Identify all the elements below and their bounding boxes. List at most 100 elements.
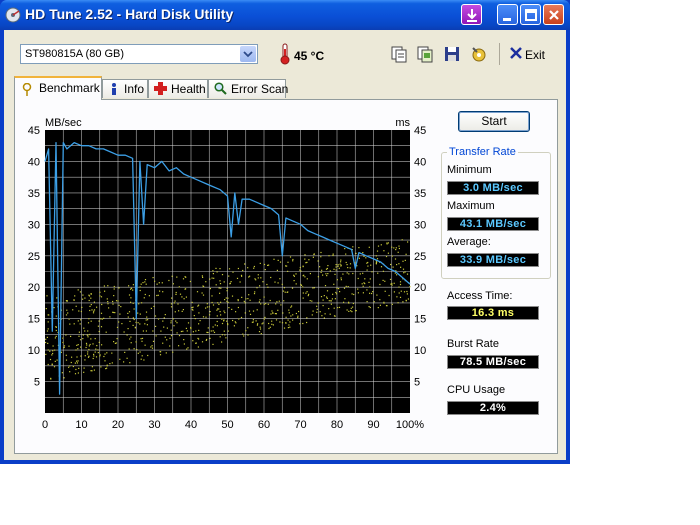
access-time-point [150, 307, 152, 309]
options-icon[interactable] [470, 45, 488, 63]
access-time-point [162, 291, 164, 293]
access-time-point [65, 359, 68, 361]
access-time-point [189, 334, 191, 336]
minimize-button[interactable] [497, 4, 518, 25]
x-tick-label: 20 [112, 419, 124, 430]
access-time-point [143, 297, 145, 299]
access-time-point [166, 327, 168, 329]
access-time-point [177, 303, 179, 305]
access-time-point [133, 318, 135, 321]
access-time-point [299, 266, 301, 269]
access-time-point [253, 267, 255, 269]
access-time-point [348, 302, 350, 304]
access-time-point [219, 292, 221, 294]
access-time-point [407, 241, 409, 243]
access-time-point [87, 322, 90, 324]
access-time-point [158, 282, 160, 284]
access-time-point [87, 351, 89, 353]
left-axis-unit: MB/sec [45, 117, 82, 129]
access-time-point [47, 349, 49, 351]
access-time-point [202, 294, 205, 296]
access-time-point [355, 310, 357, 312]
access-time-point [333, 307, 335, 309]
access-time-point [223, 330, 225, 332]
access-time-point [135, 341, 137, 343]
exit-icon[interactable] [509, 44, 523, 60]
access-time-point [178, 345, 180, 347]
access-time-point [156, 294, 158, 297]
access-time-point [224, 334, 226, 336]
access-time-point [97, 349, 99, 351]
access-time-point [155, 335, 157, 337]
title-bar[interactable]: HD Tune 2.52 - Hard Disk Utility [0, 0, 570, 30]
access-time-point [208, 306, 210, 308]
access-time-point [306, 291, 308, 293]
access-time-point [302, 266, 304, 268]
access-time-point [137, 312, 139, 314]
access-time-point [180, 330, 182, 333]
access-time-point [202, 276, 204, 278]
x-tick-label: 10 [75, 419, 87, 430]
access-time-point [287, 319, 289, 321]
access-time-point [79, 339, 82, 341]
maximize-button[interactable] [520, 4, 541, 25]
access-time-point [369, 306, 371, 309]
access-time-point [65, 300, 67, 302]
access-time-point [93, 353, 95, 355]
access-time-point [390, 283, 392, 285]
access-time-point [302, 292, 304, 294]
access-time-point [100, 326, 103, 328]
access-time-point [324, 313, 326, 315]
access-time-point [271, 310, 273, 312]
access-time-point [331, 298, 333, 300]
access-time-point [159, 354, 162, 356]
y-tick-label-right: 25 [414, 251, 426, 263]
minimize-to-tray-button[interactable] [461, 4, 482, 25]
access-time-point [379, 299, 381, 301]
access-time-point [206, 338, 208, 341]
access-time-point [74, 373, 77, 375]
access-time-point [240, 274, 243, 276]
drive-select[interactable]: ST980815A (80 GB) [20, 44, 258, 64]
access-time-point [343, 301, 345, 303]
access-time-point [213, 277, 215, 279]
access-time-point [361, 283, 363, 285]
access-time-point [93, 369, 95, 371]
dropdown-arrow-button[interactable] [240, 46, 256, 62]
access-time-point [47, 328, 49, 330]
access-time-point [89, 305, 91, 307]
temperature-readout: 45 °C [294, 49, 325, 63]
access-time-point [293, 280, 295, 282]
minimum-readout: 3.0 MB/sec [447, 181, 539, 195]
access-time-point [327, 273, 329, 275]
access-time-point [326, 290, 329, 292]
access-time-point [387, 252, 389, 254]
access-time-point [224, 312, 226, 314]
access-time-point [185, 296, 187, 298]
exit-button[interactable]: Exit [525, 48, 545, 62]
access-time-point [221, 318, 223, 320]
access-time-point [192, 309, 194, 311]
access-time-point [118, 287, 120, 289]
access-time-point [126, 334, 128, 336]
y-tick-label-right: 20 [414, 282, 426, 294]
access-time-point [148, 295, 150, 297]
start-button[interactable]: Start [458, 111, 530, 132]
access-time-point [338, 288, 340, 290]
access-time-point [326, 297, 328, 299]
access-time-point [95, 356, 98, 358]
access-time-point [248, 310, 251, 312]
access-time-point [68, 366, 70, 368]
copy-screenshot-icon[interactable] [416, 45, 434, 63]
access-time-point [212, 343, 214, 345]
copy-info-icon[interactable] [390, 45, 408, 63]
access-time-point [329, 313, 331, 315]
access-time-point [219, 283, 222, 285]
access-time-point [349, 263, 352, 265]
access-time-point [100, 318, 102, 320]
save-icon[interactable] [443, 45, 461, 63]
close-button[interactable] [543, 4, 564, 25]
access-time-point [80, 346, 82, 348]
access-time-point [380, 266, 383, 268]
access-time-point [369, 292, 371, 294]
